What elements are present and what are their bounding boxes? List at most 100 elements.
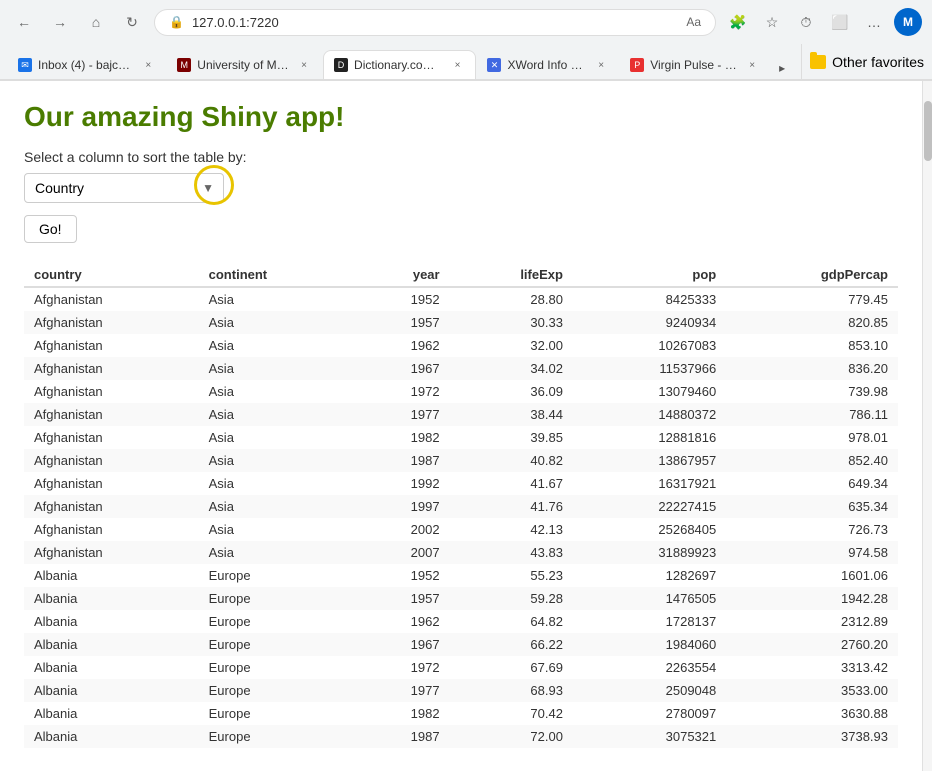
- table-cell: 1967: [353, 633, 449, 656]
- tab-label-pulse: Virgin Pulse - Home: [650, 58, 738, 72]
- table-cell: 39.85: [450, 426, 573, 449]
- table-cell: 1476505: [573, 587, 726, 610]
- table-header: country continent year lifeExp pop gdpPe…: [24, 263, 898, 287]
- table-row: AfghanistanAsia199741.7622227415635.34: [24, 495, 898, 518]
- forward-button[interactable]: →: [46, 8, 74, 36]
- table-cell: Afghanistan: [24, 449, 199, 472]
- home-button[interactable]: ⌂: [82, 8, 110, 36]
- table-cell: 8425333: [573, 287, 726, 311]
- page-title: Our amazing Shiny app!: [24, 101, 898, 133]
- table-cell: 2760.20: [726, 633, 898, 656]
- close-tab-pulse[interactable]: ×: [744, 57, 760, 73]
- tab-label-dict: Dictionary.com | M...: [354, 58, 443, 72]
- table-cell: Afghanistan: [24, 287, 199, 311]
- col-year: year: [353, 263, 449, 287]
- table-cell: Afghanistan: [24, 426, 199, 449]
- tab-inbox[interactable]: ✉ Inbox (4) - bajcz475... ×: [8, 51, 166, 79]
- collections-icon[interactable]: ⬜: [826, 8, 854, 36]
- go-button[interactable]: Go!: [24, 215, 77, 243]
- column-sort-select[interactable]: Country Continent Year Life Expectancy P…: [24, 173, 224, 203]
- table-cell: 36.09: [450, 380, 573, 403]
- tab-dict[interactable]: D Dictionary.com | M... ×: [323, 50, 476, 79]
- table-cell: Asia: [199, 426, 354, 449]
- tabs-bar: ✉ Inbox (4) - bajcz475... × M University…: [0, 44, 932, 80]
- table-cell: 42.13: [450, 518, 573, 541]
- table-row: AlbaniaEurope196766.2219840602760.20: [24, 633, 898, 656]
- refresh-button[interactable]: ↻: [118, 8, 146, 36]
- table-cell: Europe: [199, 587, 354, 610]
- table-cell: 852.40: [726, 449, 898, 472]
- history-icon[interactable]: ⏱: [792, 8, 820, 36]
- close-tab-dict[interactable]: ×: [449, 57, 465, 73]
- table-cell: Asia: [199, 380, 354, 403]
- table-cell: Europe: [199, 564, 354, 587]
- table-cell: 64.82: [450, 610, 573, 633]
- toolbar-icons: 🧩 ☆ ⏱ ⬜ … M: [724, 8, 922, 36]
- table-cell: Afghanistan: [24, 495, 199, 518]
- profile-icon[interactable]: M: [894, 8, 922, 36]
- table-header-row: country continent year lifeExp pop gdpPe…: [24, 263, 898, 287]
- table-row: AlbaniaEurope198270.4227800973630.88: [24, 702, 898, 725]
- table-cell: 978.01: [726, 426, 898, 449]
- back-button[interactable]: ←: [10, 8, 38, 36]
- more-tabs-button[interactable]: ▸: [771, 57, 793, 79]
- table-row: AlbaniaEurope197768.9325090483533.00: [24, 679, 898, 702]
- table-cell: 1987: [353, 725, 449, 748]
- table-cell: Albania: [24, 610, 199, 633]
- table-cell: 68.93: [450, 679, 573, 702]
- extensions-icon[interactable]: 🧩: [724, 8, 752, 36]
- table-cell: 11537966: [573, 357, 726, 380]
- col-pop: pop: [573, 263, 726, 287]
- table-cell: Europe: [199, 610, 354, 633]
- table-cell: 820.85: [726, 311, 898, 334]
- browser-chrome: ← → ⌂ ↻ 🔒 127.0.0.1:7220 Aa 🧩 ☆ ⏱ ⬜ … M …: [0, 0, 932, 81]
- table-cell: 3313.42: [726, 656, 898, 679]
- table-cell: 59.28: [450, 587, 573, 610]
- tab-favicon-xword: ✕: [487, 58, 501, 72]
- table-cell: 67.69: [450, 656, 573, 679]
- table-row: AfghanistanAsia197236.0913079460739.98: [24, 380, 898, 403]
- scrollbar[interactable]: [922, 81, 932, 771]
- table-cell: 72.00: [450, 725, 573, 748]
- table-cell: 1967: [353, 357, 449, 380]
- settings-icon[interactable]: …: [860, 8, 888, 36]
- col-country: country: [24, 263, 199, 287]
- address-bar[interactable]: 🔒 127.0.0.1:7220 Aa: [154, 9, 716, 36]
- table-cell: 786.11: [726, 403, 898, 426]
- tab-univ[interactable]: M University of Minne... ×: [167, 51, 322, 79]
- tab-label-inbox: Inbox (4) - bajcz475...: [38, 58, 134, 72]
- table-cell: 2312.89: [726, 610, 898, 633]
- table-cell: 31889923: [573, 541, 726, 564]
- table-cell: Albania: [24, 564, 199, 587]
- table-cell: Afghanistan: [24, 311, 199, 334]
- table-cell: 22227415: [573, 495, 726, 518]
- favorites-label: Other favorites: [832, 54, 924, 70]
- table-cell: Europe: [199, 679, 354, 702]
- table-cell: 649.34: [726, 472, 898, 495]
- reader-icon: Aa: [686, 15, 701, 29]
- tabs-list: ✉ Inbox (4) - bajcz475... × M University…: [0, 44, 801, 79]
- tab-label-univ: University of Minne...: [197, 58, 290, 72]
- tab-xword[interactable]: ✕ XWord Info Finder ×: [477, 51, 619, 79]
- table-row: AfghanistanAsia196734.0211537966836.20: [24, 357, 898, 380]
- table-cell: Albania: [24, 679, 199, 702]
- close-tab-xword[interactable]: ×: [593, 57, 609, 73]
- table-cell: 2780097: [573, 702, 726, 725]
- scrollbar-thumb[interactable]: [924, 101, 932, 161]
- table-cell: Europe: [199, 633, 354, 656]
- col-continent: continent: [199, 263, 354, 287]
- favorites-icon[interactable]: ☆: [758, 8, 786, 36]
- table-row: AfghanistanAsia200743.8331889923974.58: [24, 541, 898, 564]
- table-cell: Afghanistan: [24, 334, 199, 357]
- table-cell: Asia: [199, 495, 354, 518]
- tab-pulse[interactable]: P Virgin Pulse - Home ×: [620, 51, 770, 79]
- table-row: AfghanistanAsia197738.4414880372786.11: [24, 403, 898, 426]
- table-cell: Asia: [199, 287, 354, 311]
- table-cell: 1728137: [573, 610, 726, 633]
- close-tab-inbox[interactable]: ×: [140, 57, 156, 73]
- close-tab-univ[interactable]: ×: [296, 57, 312, 73]
- url-text: 127.0.0.1:7220: [192, 15, 678, 30]
- table-cell: Asia: [199, 334, 354, 357]
- table-cell: Europe: [199, 725, 354, 748]
- table-cell: Afghanistan: [24, 472, 199, 495]
